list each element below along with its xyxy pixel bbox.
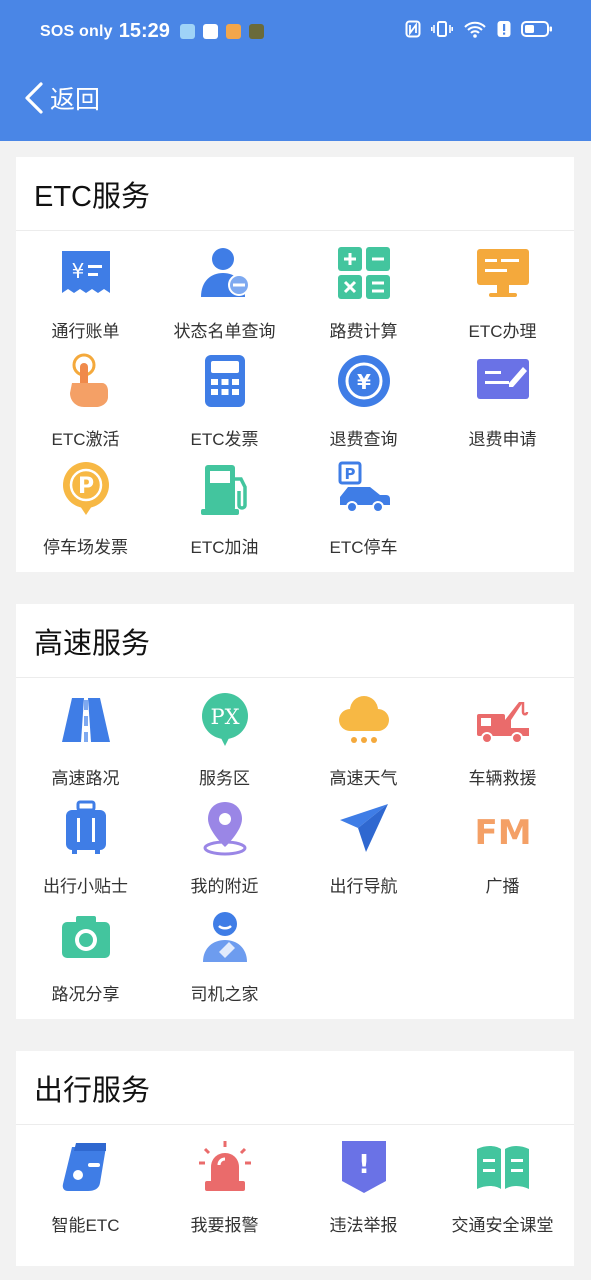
- service-label: 违法举报: [329, 1216, 398, 1235]
- camera-icon: [58, 908, 114, 964]
- road-icon: [58, 692, 114, 748]
- service-parking-invoice[interactable]: P 停车场发票: [16, 447, 155, 557]
- service-vehicle-rescue[interactable]: 车辆救援: [433, 678, 572, 788]
- svg-text:¥: ¥: [72, 259, 85, 283]
- alert-icon: [497, 21, 511, 37]
- service-etc-parking[interactable]: P ETC停车: [294, 447, 433, 557]
- service-label: 停车场发票: [43, 538, 128, 557]
- status-bar: SOS only 15:29: [0, 0, 591, 66]
- service-label: 广播: [485, 877, 520, 896]
- monitor-icon: [475, 245, 531, 301]
- chevron-left-icon: [25, 82, 43, 114]
- notification-icons: [179, 24, 272, 39]
- service-navigation[interactable]: 出行导航: [294, 786, 433, 896]
- service-driver-home[interactable]: 司机之家: [155, 894, 294, 1004]
- svg-text:FM: FM: [475, 813, 531, 853]
- back-button[interactable]: 返回: [22, 80, 100, 116]
- service-label: ETC加油: [190, 538, 259, 557]
- etc-device-icon: [58, 1139, 114, 1195]
- service-label: 路况分享: [51, 985, 120, 1004]
- travel-services-card: 出行服务 智能ETC 我要报警 ! 违法举报 交通安全课堂: [16, 1051, 574, 1266]
- svg-text:P: P: [345, 465, 356, 483]
- driver-icon: [197, 908, 253, 964]
- back-label: 返回: [50, 86, 101, 114]
- service-service-area[interactable]: PX 服务区: [155, 678, 294, 788]
- service-etc-invoice[interactable]: ETC发票: [155, 339, 294, 449]
- battery-icon: [521, 21, 552, 37]
- service-etc-fuel[interactable]: ETC加油: [155, 447, 294, 557]
- service-highway-weather[interactable]: 高速天气: [294, 678, 433, 788]
- svg-text:P: P: [78, 474, 94, 499]
- phone-keypad-icon: [197, 353, 253, 409]
- service-road-share[interactable]: 路况分享: [16, 894, 155, 1004]
- service-label: 我要报警: [190, 1216, 259, 1235]
- service-toll-bill[interactable]: ¥ 通行账单: [16, 231, 155, 341]
- service-label: 智能ETC: [51, 1216, 120, 1235]
- service-label: 交通安全课堂: [451, 1216, 554, 1235]
- section-title: 出行服务: [34, 1074, 151, 1107]
- section-title: 高速服务: [34, 627, 151, 660]
- location-pin-icon: [197, 800, 253, 856]
- warning-shield-icon: !: [336, 1139, 392, 1195]
- service-radio[interactable]: FM 广播: [433, 786, 572, 896]
- app-notification-icon: [225, 24, 241, 39]
- form-edit-icon: [475, 353, 531, 409]
- snow-cloud-icon: [336, 692, 392, 748]
- tap-hand-icon: [58, 353, 114, 409]
- service-etc-activate[interactable]: ETC激活: [16, 339, 155, 449]
- fuel-pump-icon: [197, 461, 253, 517]
- fm-radio-icon: FM: [475, 800, 531, 856]
- service-road-condition[interactable]: 高速路况: [16, 678, 155, 788]
- service-toll-calc[interactable]: 路费计算: [294, 231, 433, 341]
- svg-text:!: !: [358, 1150, 370, 1180]
- tow-truck-icon: [475, 692, 531, 748]
- etc-services-card: ETC服务 ¥ 通行账单 状态名单查询 路费计算 ETC办理 ETC激活 ETC…: [16, 157, 574, 572]
- service-status-list[interactable]: 状态名单查询: [155, 231, 294, 341]
- app-notification-icon: [179, 24, 195, 39]
- book-icon: [475, 1139, 531, 1195]
- carrier-text: SOS only: [40, 22, 113, 40]
- service-refund-query[interactable]: ¥ 退费查询: [294, 339, 433, 449]
- service-safety-class[interactable]: 交通安全课堂: [433, 1125, 572, 1235]
- parking-car-icon: P: [336, 461, 392, 517]
- service-area-icon: PX: [197, 692, 253, 748]
- user-minus-icon: [197, 245, 253, 301]
- calculator-icon: [336, 245, 392, 301]
- service-smart-etc[interactable]: 智能ETC: [16, 1125, 155, 1235]
- service-label: 司机之家: [190, 985, 259, 1004]
- service-label: ETC停车: [329, 538, 398, 557]
- service-travel-tips[interactable]: 出行小贴士: [16, 786, 155, 896]
- nfc-icon: [405, 20, 421, 38]
- svg-text:¥: ¥: [357, 370, 371, 394]
- luggage-icon: [58, 800, 114, 856]
- service-etc-apply[interactable]: ETC办理: [433, 231, 572, 341]
- section-title: ETC服务: [34, 180, 151, 213]
- service-refund-apply[interactable]: 退费申请: [433, 339, 572, 449]
- app-header: SOS only 15:29 返回: [0, 0, 591, 141]
- parking-pin-icon: P: [58, 461, 114, 517]
- siren-icon: [197, 1139, 253, 1195]
- service-nearby[interactable]: 我的附近: [155, 786, 294, 896]
- yen-refresh-icon: ¥: [336, 353, 392, 409]
- service-violation-report[interactable]: ! 违法举报: [294, 1125, 433, 1235]
- receipt-icon: ¥: [58, 245, 114, 301]
- app-notification-icon: [248, 24, 264, 39]
- service-report-police[interactable]: 我要报警: [155, 1125, 294, 1235]
- upload-notification-icon: [202, 24, 218, 39]
- vibrate-icon: [431, 21, 453, 37]
- svg-text:PX: PX: [210, 705, 239, 729]
- clock: 15:29: [118, 20, 170, 42]
- service-label: 退费申请: [468, 430, 537, 449]
- highway-services-card: 高速服务 高速路况 PX 服务区 高速天气 车辆救援 出行小贴士 我的附近 出行…: [16, 604, 574, 1019]
- service-label: 出行导航: [329, 877, 398, 896]
- navigation-arrow-icon: [336, 800, 392, 856]
- wifi-icon: [464, 21, 486, 38]
